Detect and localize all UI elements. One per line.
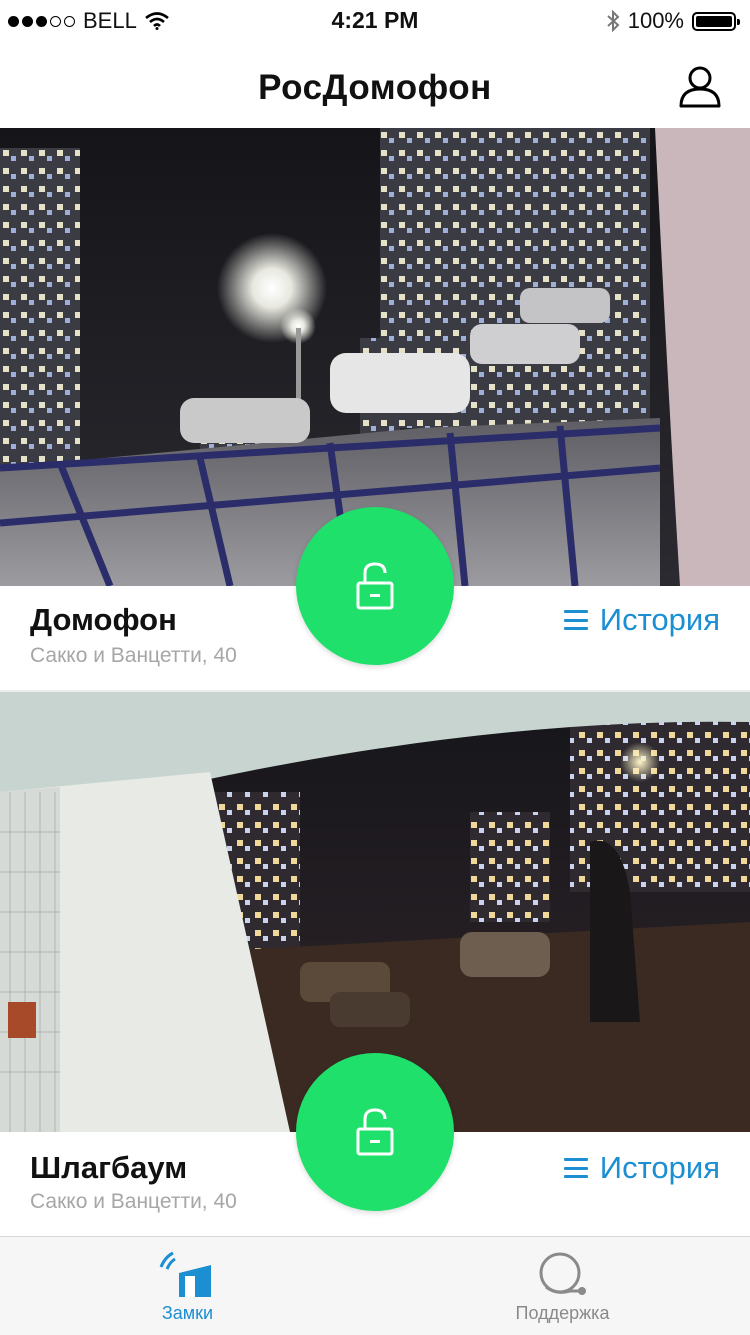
battery-percent: 100%: [627, 8, 684, 33]
tab-bar: Замки Поддержка: [0, 1236, 750, 1335]
unlock-button[interactable]: [296, 507, 454, 665]
history-button[interactable]: История: [563, 602, 720, 638]
lock-title: Домофон: [30, 602, 177, 637]
door-icon: [159, 1251, 211, 1297]
unlock-button[interactable]: [296, 1053, 454, 1211]
tab-locks[interactable]: Замки: [0, 1237, 375, 1335]
tab-label: Замки: [161, 1303, 214, 1323]
tab-support[interactable]: Поддержка: [375, 1237, 750, 1335]
support-headset-icon: [539, 1252, 586, 1295]
app-title: РосДомофон: [258, 68, 492, 107]
lock-card: Домофон Сакко и Ванцетти, 40 История: [0, 128, 750, 690]
history-label: История: [599, 1150, 720, 1185]
list-icon: [563, 610, 588, 630]
status-right: 100%: [606, 8, 740, 34]
lock-title: Шлагбаум: [30, 1150, 188, 1185]
tab-label: Поддержка: [515, 1303, 610, 1323]
status-bar: BELL 4:21 PM 100%: [0, 0, 750, 42]
list-icon: [563, 1158, 588, 1178]
bluetooth-icon: [607, 10, 620, 32]
history-label: История: [599, 602, 720, 637]
battery-icon: [692, 11, 740, 31]
lock-card: Шлагбаум Сакко и Ванцетти, 40 История: [0, 692, 750, 1236]
history-button[interactable]: История: [563, 1150, 720, 1186]
lock-address: Сакко и Ванцетти, 40: [30, 644, 237, 667]
user-icon[interactable]: [678, 64, 722, 110]
unlock-icon: [356, 1108, 394, 1156]
lock-address: Сакко и Ванцетти, 40: [30, 1190, 237, 1213]
unlock-icon: [356, 562, 394, 610]
header: РосДомофон: [0, 42, 750, 128]
